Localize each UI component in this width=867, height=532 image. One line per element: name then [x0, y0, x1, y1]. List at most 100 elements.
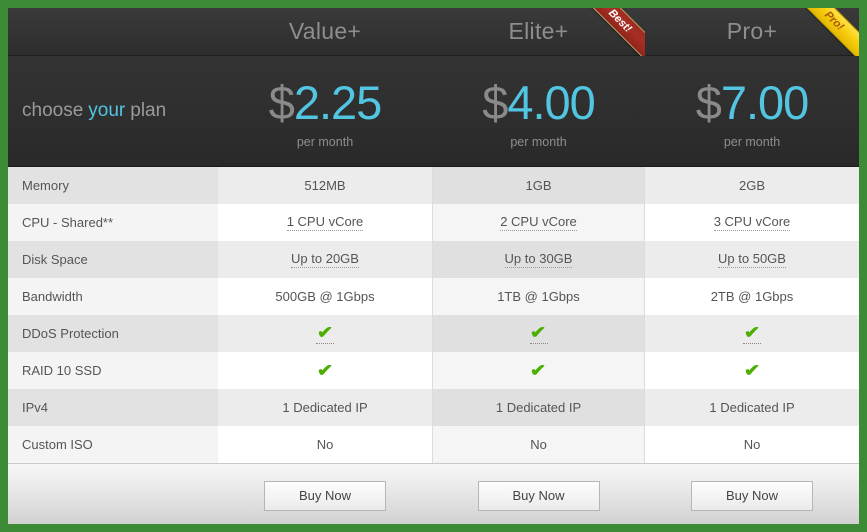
feature-value-cell: 2TB @ 1Gbps: [645, 278, 859, 315]
feature-value-cell: 1TB @ 1Gbps: [432, 278, 645, 315]
price-period: per month: [510, 135, 567, 149]
check-icon: ✔: [316, 322, 334, 342]
feature-value-text: No: [743, 437, 761, 452]
tagline-post: plan: [130, 100, 167, 121]
feature-label: RAID 10 SSD: [8, 352, 218, 389]
feature-value-cell[interactable]: Up to 20GB: [218, 241, 432, 278]
buy-footer: Buy Now Buy Now Buy Now: [8, 463, 859, 524]
feature-value-text: 2GB: [738, 178, 765, 193]
currency-symbol: $: [482, 76, 508, 129]
feature-value-cell: 1 Dedicated IP: [645, 389, 859, 426]
feature-value-cell[interactable]: ✔: [432, 315, 645, 352]
table-row: CPU - Shared** 1 CPU vCore 2 CPU vCore 3 CP…: [8, 204, 859, 241]
feature-label: Memory: [8, 167, 218, 204]
feature-value-text: No: [316, 437, 334, 452]
feature-value-text: 500GB @ 1Gbps: [275, 289, 375, 304]
check-icon: ✔: [743, 361, 761, 380]
price-number: 4.00: [507, 76, 595, 129]
table-row: Disk Space Up to 20GB Up to 30GB Up to 50GB: [8, 241, 859, 278]
tooltip-underline: [316, 342, 334, 344]
price-amount: $2.25: [268, 76, 383, 129]
feature-rows: Memory 512MB 1GB 2GB CPU - Shared** 1 CPU vCo…: [8, 167, 859, 463]
feature-value-cell: ✔: [432, 352, 645, 389]
table-row: RAID 10 SSD ✔ ✔ ✔: [8, 352, 859, 389]
feature-value-cell: ✔: [218, 352, 432, 389]
feature-label: IPv4: [8, 389, 218, 426]
buy-now-button-pro[interactable]: Buy Now: [691, 480, 813, 511]
table-row: Bandwidth 500GB @ 1Gbps 1TB @ 1Gbps 2TB @ 1…: [8, 278, 859, 315]
feature-value-text: 2TB @ 1Gbps: [710, 289, 794, 304]
feature-value-cell: 2GB: [645, 167, 859, 204]
feature-value-cell: 1GB: [432, 167, 645, 204]
feature-value-cell: 512MB: [218, 167, 432, 204]
buy-now-button-value[interactable]: Buy Now: [264, 480, 386, 511]
buy-cell-elite: Buy Now: [432, 464, 645, 524]
feature-value-tooltip: 2 CPU vCore: [500, 214, 577, 231]
feature-value-cell[interactable]: ✔: [645, 315, 859, 352]
feature-value-cell[interactable]: Up to 30GB: [432, 241, 645, 278]
feature-label: Disk Space: [8, 241, 218, 278]
price-header-row: choose your plan $2.25 per month $4.00 p…: [8, 56, 859, 167]
feature-value-cell: 500GB @ 1Gbps: [218, 278, 432, 315]
feature-value-tooltip: Up to 20GB: [291, 251, 359, 268]
feature-value-text: No: [530, 437, 547, 452]
price-number: 7.00: [720, 76, 809, 129]
feature-value-cell: 1 Dedicated IP: [432, 389, 645, 426]
feature-value-tooltip: 3 CPU vCore: [713, 214, 791, 231]
price-cell-value: $2.25 per month: [218, 56, 432, 166]
currency-symbol: $: [268, 76, 295, 129]
plan-header-pro: Pro+ Pro!: [645, 8, 859, 56]
plan-name-header-row: Value+ Elite+ Best! Pro+ Pro!: [8, 8, 859, 56]
table-row: IPv4 1 Dedicated IP 1 Dedicated IP 1 Dedica…: [8, 389, 859, 426]
feature-value-cell: No: [218, 426, 432, 463]
buy-cell-pro: Buy Now: [645, 464, 859, 524]
feature-value-text: 1 Dedicated IP: [282, 400, 368, 415]
tooltip-underline: [529, 342, 548, 344]
tagline-highlight: your: [88, 100, 126, 121]
feature-value-tooltip: Up to 50GB: [718, 251, 786, 268]
feature-value-tooltip: Up to 30GB: [504, 251, 573, 268]
buy-cell-value: Buy Now: [218, 464, 432, 524]
feature-label: Bandwidth: [8, 278, 218, 315]
feature-value-text: 1 Dedicated IP: [709, 400, 795, 415]
price-period: per month: [723, 135, 781, 149]
plan-header-elite: Elite+ Best!: [432, 8, 645, 56]
price-cell-elite: $4.00 per month: [432, 56, 645, 166]
table-row: DDoS Protection ✔ ✔ ✔: [8, 315, 859, 352]
buy-now-button-elite[interactable]: Buy Now: [477, 480, 600, 511]
check-icon: ✔: [530, 361, 547, 380]
check-icon: ✔: [743, 322, 761, 342]
feature-label: Custom ISO: [8, 426, 218, 463]
feature-value-text: 1GB: [525, 178, 552, 193]
feature-value-cell: ✔: [645, 352, 859, 389]
feature-value-cell[interactable]: 2 CPU vCore: [432, 204, 645, 241]
table-row: Custom ISO No No No: [8, 426, 859, 463]
header-spacer: [8, 8, 218, 55]
feature-value-tooltip: 1 CPU vCore: [286, 214, 364, 231]
tagline-cell: choose your plan: [8, 56, 218, 166]
price-period: per month: [296, 135, 354, 149]
feature-value-cell: 1 Dedicated IP: [218, 389, 432, 426]
feature-value-text: 1TB @ 1Gbps: [497, 289, 580, 304]
plan-name-label: Pro+: [726, 18, 778, 44]
table-row: Memory 512MB 1GB 2GB: [8, 167, 859, 204]
plan-header-value: Value+: [218, 8, 432, 55]
check-icon: ✔: [316, 361, 334, 380]
price-amount: $4.00: [482, 76, 596, 129]
price-amount: $7.00: [696, 76, 810, 129]
feature-value-cell: No: [645, 426, 859, 463]
feature-value-cell[interactable]: 3 CPU vCore: [645, 204, 859, 241]
feature-value-cell[interactable]: ✔: [218, 315, 432, 352]
feature-label: CPU - Shared**: [8, 204, 218, 241]
feature-value-cell: No: [432, 426, 645, 463]
pricing-table: Value+ Elite+ Best! Pro+ Pro! choose you…: [8, 8, 859, 524]
price-cell-pro: $7.00 per month: [645, 56, 859, 166]
check-icon: ✔: [530, 322, 547, 342]
plan-name-label: Elite+: [508, 18, 569, 44]
tagline: choose your plan: [8, 56, 218, 166]
price-number: 2.25: [293, 76, 382, 129]
feature-value-text: 512MB: [304, 178, 346, 193]
feature-value-text: 1 Dedicated IP: [495, 400, 582, 415]
feature-value-cell[interactable]: Up to 50GB: [645, 241, 859, 278]
feature-value-cell[interactable]: 1 CPU vCore: [218, 204, 432, 241]
